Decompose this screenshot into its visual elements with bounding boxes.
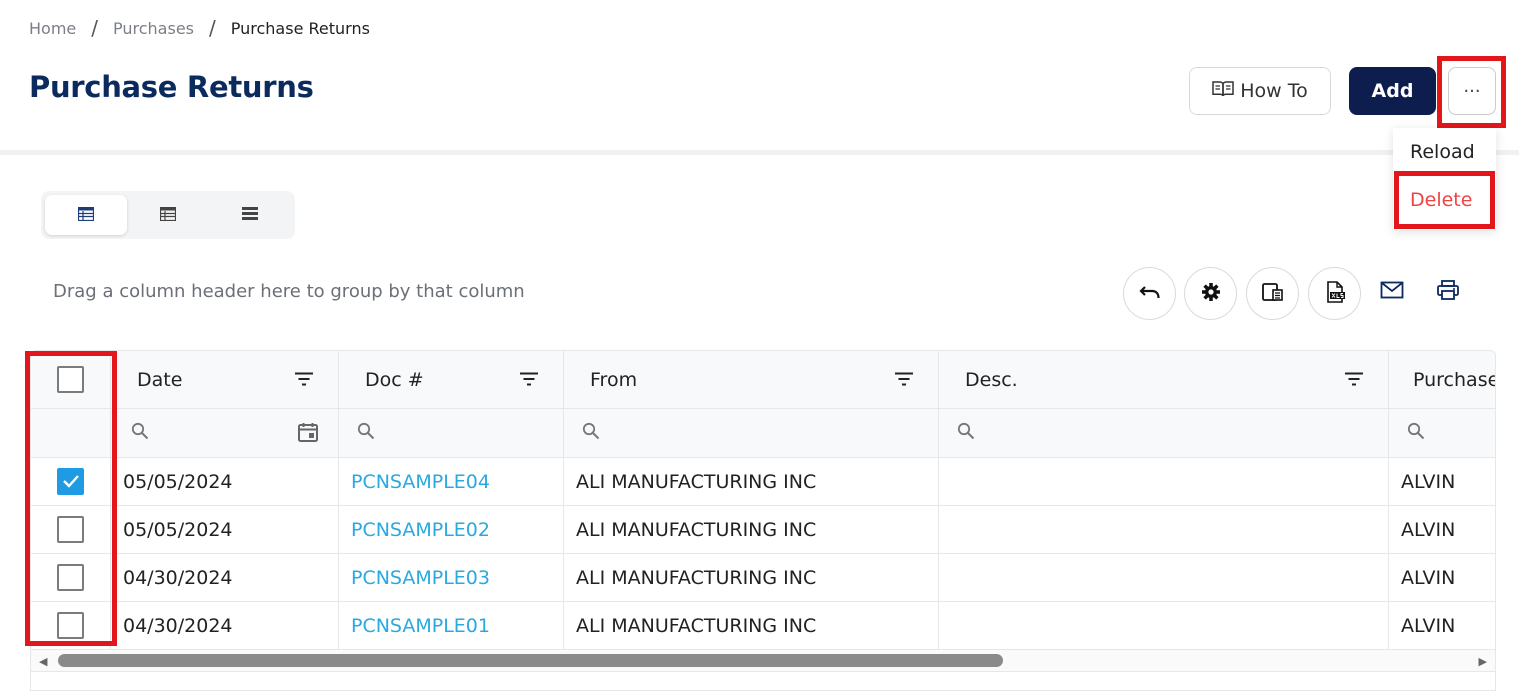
breadcrumb: Home / Purchases / Purchase Returns — [29, 16, 370, 40]
search-icon — [582, 422, 600, 444]
breadcrumb-current: Purchase Returns — [230, 18, 370, 38]
search-icon — [131, 422, 149, 444]
purchase-returns-grid: Date Doc # From Desc. Purchase 05/05/202… — [30, 350, 1496, 691]
cell-doc-link[interactable]: PCNSAMPLE03 — [339, 554, 564, 601]
cell-purchaser: ALVIN — [1401, 614, 1456, 637]
compact-view-button[interactable] — [209, 195, 291, 235]
filter-cell-desc[interactable] — [939, 409, 1389, 457]
how-to-label: How To — [1240, 80, 1308, 102]
print-button[interactable] — [1433, 279, 1463, 305]
filter-cell-doc[interactable] — [339, 409, 564, 457]
breadcrumb-purchases[interactable]: Purchases — [113, 19, 194, 38]
highlight-checkbox-column — [25, 351, 117, 646]
cell-from: ALI MANUFACTURING INC — [564, 554, 939, 601]
grid-view-button[interactable] — [45, 195, 127, 235]
book-icon — [1212, 80, 1234, 103]
grid-view-icon — [77, 206, 95, 225]
calendar-icon[interactable] — [298, 422, 318, 446]
highlight-delete-item — [1394, 171, 1495, 229]
filter-cell-purchaser[interactable] — [1389, 409, 1495, 457]
cell-date: 05/05/2024 — [111, 458, 339, 505]
cell-desc — [939, 458, 1389, 505]
excel-icon — [1324, 280, 1346, 307]
column-header-label: Purchase — [1413, 368, 1496, 391]
breadcrumb-home[interactable]: Home — [29, 19, 76, 38]
grid-header-row: Date Doc # From Desc. Purchase — [31, 351, 1496, 409]
filter-icon[interactable] — [1344, 369, 1364, 391]
filter-cell-date[interactable] — [111, 409, 339, 457]
cell-date: 05/05/2024 — [111, 506, 339, 553]
how-to-button[interactable]: How To — [1189, 67, 1331, 115]
column-header-doc[interactable]: Doc # — [339, 351, 564, 408]
add-button[interactable]: Add — [1349, 67, 1436, 115]
table-row[interactable]: 04/30/2024 PCNSAMPLE01 ALI MANUFACTURING… — [31, 602, 1495, 650]
email-button[interactable] — [1377, 279, 1407, 305]
column-header-label: Doc # — [365, 368, 424, 391]
page: Home / Purchases / Purchase Returns Purc… — [0, 0, 1519, 691]
scroll-right-icon[interactable]: ▶ — [1479, 655, 1487, 668]
column-header-desc[interactable]: Desc. — [939, 351, 1389, 408]
mail-icon — [1380, 281, 1404, 303]
settings-button[interactable] — [1184, 267, 1237, 320]
breadcrumb-separator: / — [209, 16, 216, 40]
column-header-label: Date — [137, 368, 183, 391]
excel-export-button[interactable] — [1308, 267, 1361, 320]
cell-doc-link[interactable]: PCNSAMPLE01 — [339, 602, 564, 649]
table-row[interactable]: 05/05/2024 PCNSAMPLE02 ALI MANUFACTURING… — [31, 506, 1495, 554]
compact-view-icon — [242, 206, 258, 225]
cell-doc-link[interactable]: PCNSAMPLE02 — [339, 506, 564, 553]
export-icon — [1261, 282, 1284, 306]
filter-icon[interactable] — [519, 369, 539, 391]
highlight-more-button — [1437, 56, 1506, 128]
cell-desc — [939, 506, 1389, 553]
filter-icon[interactable] — [894, 369, 914, 391]
gear-icon — [1201, 282, 1221, 306]
group-by-drop-area[interactable]: Drag a column header here to group by th… — [53, 281, 525, 302]
grid-filter-row — [31, 409, 1495, 458]
list-view-icon — [159, 206, 177, 225]
search-icon — [357, 422, 375, 444]
breadcrumb-separator: / — [91, 16, 98, 40]
column-header-from[interactable]: From — [564, 351, 939, 408]
header-divider — [0, 150, 1519, 155]
cell-from: ALI MANUFACTURING INC — [564, 602, 939, 649]
cell-purchaser: ALVIN — [1401, 518, 1456, 541]
cell-desc — [939, 554, 1389, 601]
undo-button[interactable] — [1123, 267, 1176, 320]
column-header-date[interactable]: Date — [111, 351, 339, 408]
scroll-left-icon[interactable]: ◀ — [39, 655, 47, 668]
search-icon — [957, 422, 975, 444]
undo-icon — [1138, 284, 1161, 304]
horizontal-scrollbar[interactable]: ◀ ▶ — [31, 650, 1495, 672]
scrollbar-thumb[interactable] — [58, 654, 1003, 667]
export-button[interactable] — [1246, 267, 1299, 320]
filter-icon[interactable] — [294, 369, 314, 391]
filter-cell-from[interactable] — [564, 409, 939, 457]
column-header-purchaser[interactable]: Purchase — [1389, 351, 1496, 408]
cell-doc-link[interactable]: PCNSAMPLE04 — [339, 458, 564, 505]
column-header-label: Desc. — [965, 368, 1018, 391]
cell-purchaser: ALVIN — [1401, 566, 1456, 589]
view-toggle — [41, 191, 295, 239]
cell-date: 04/30/2024 — [111, 602, 339, 649]
cell-purchaser: ALVIN — [1401, 470, 1456, 493]
list-view-button[interactable] — [127, 195, 209, 235]
table-row[interactable]: 05/05/2024 PCNSAMPLE04 ALI MANUFACTURING… — [31, 458, 1495, 506]
page-title: Purchase Returns — [29, 70, 314, 104]
cell-desc — [939, 602, 1389, 649]
table-row[interactable]: 04/30/2024 PCNSAMPLE03 ALI MANUFACTURING… — [31, 554, 1495, 602]
search-icon — [1407, 422, 1425, 444]
column-header-label: From — [590, 368, 638, 391]
menu-item-reload[interactable]: Reload — [1410, 141, 1475, 163]
cell-date: 04/30/2024 — [111, 554, 339, 601]
print-icon — [1437, 280, 1459, 304]
cell-from: ALI MANUFACTURING INC — [564, 458, 939, 505]
cell-from: ALI MANUFACTURING INC — [564, 506, 939, 553]
